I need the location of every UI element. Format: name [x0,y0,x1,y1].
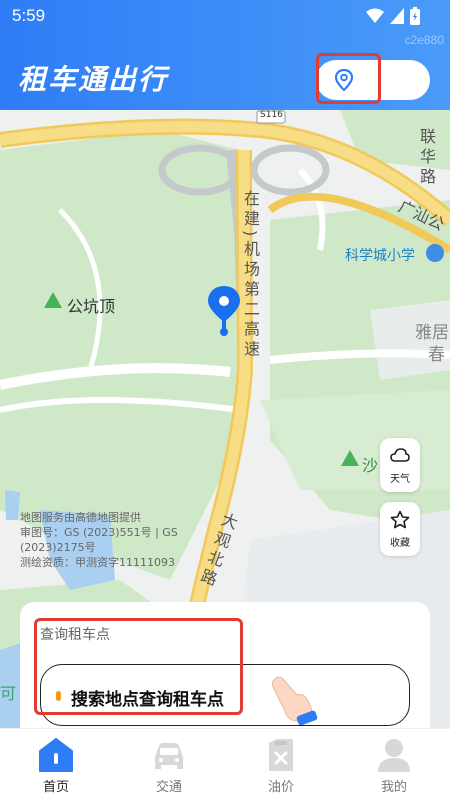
place-label-school: 科学城小学 [345,248,415,264]
user-icon [376,737,412,773]
app-header: 5:59 c2e880 租车通出行 [0,0,450,110]
bottom-tab-bar: 首页 交通 油价 我的 [0,728,450,800]
app-title: 租车通出行 [18,63,169,96]
fuel-icon [263,737,299,773]
rental-query-sheet: 查询租车点 搜索地点查询租车点 [20,602,430,732]
tab-fuel-price-label: 油价 [267,780,294,795]
star-icon [390,510,410,529]
location-highlight-box [316,53,381,104]
weather-icon [390,448,410,462]
battery-icon [410,7,420,25]
status-time: 5:59 [12,6,46,25]
wifi-icon [366,8,384,24]
tab-fuel-price[interactable]: 油价 [225,729,337,800]
device-id: c2e880 [404,33,444,47]
tab-home-label: 首页 [42,780,69,795]
home-icon [38,737,74,773]
favorite-label: 收藏 [390,538,410,549]
partial-left-label: 可 [0,684,17,703]
place-label-gongkengding: 公坑顶 [67,297,116,316]
status-bar: 5:59 [0,0,450,30]
road-label-s116: S116 [260,110,283,120]
tab-profile-label: 我的 [380,780,407,795]
road-label-lianhua: 联华路 [417,128,436,188]
pointing-hand-icon [269,673,319,729]
tab-traffic-label: 交通 [155,780,182,795]
tab-profile[interactable]: 我的 [338,729,450,800]
tab-traffic[interactable]: 交通 [113,729,225,800]
weather-button[interactable]: 天气 [380,438,420,492]
road-label-airport-expressway: 在建)机场第二高速 [241,190,260,361]
map-attribution: 地图服务由高德地图提供 审图号：GS (2023)551号 | GS (2023… [20,511,178,569]
place-label-sha: 沙 [362,456,379,475]
place-label-chun: 春 [428,345,445,365]
tab-home[interactable]: 首页 [0,729,112,800]
search-highlight-box [34,618,243,715]
favorite-button[interactable]: 收藏 [380,502,420,556]
weather-label: 天气 [390,474,410,485]
signal-icon [390,8,404,24]
car-icon [151,737,187,773]
